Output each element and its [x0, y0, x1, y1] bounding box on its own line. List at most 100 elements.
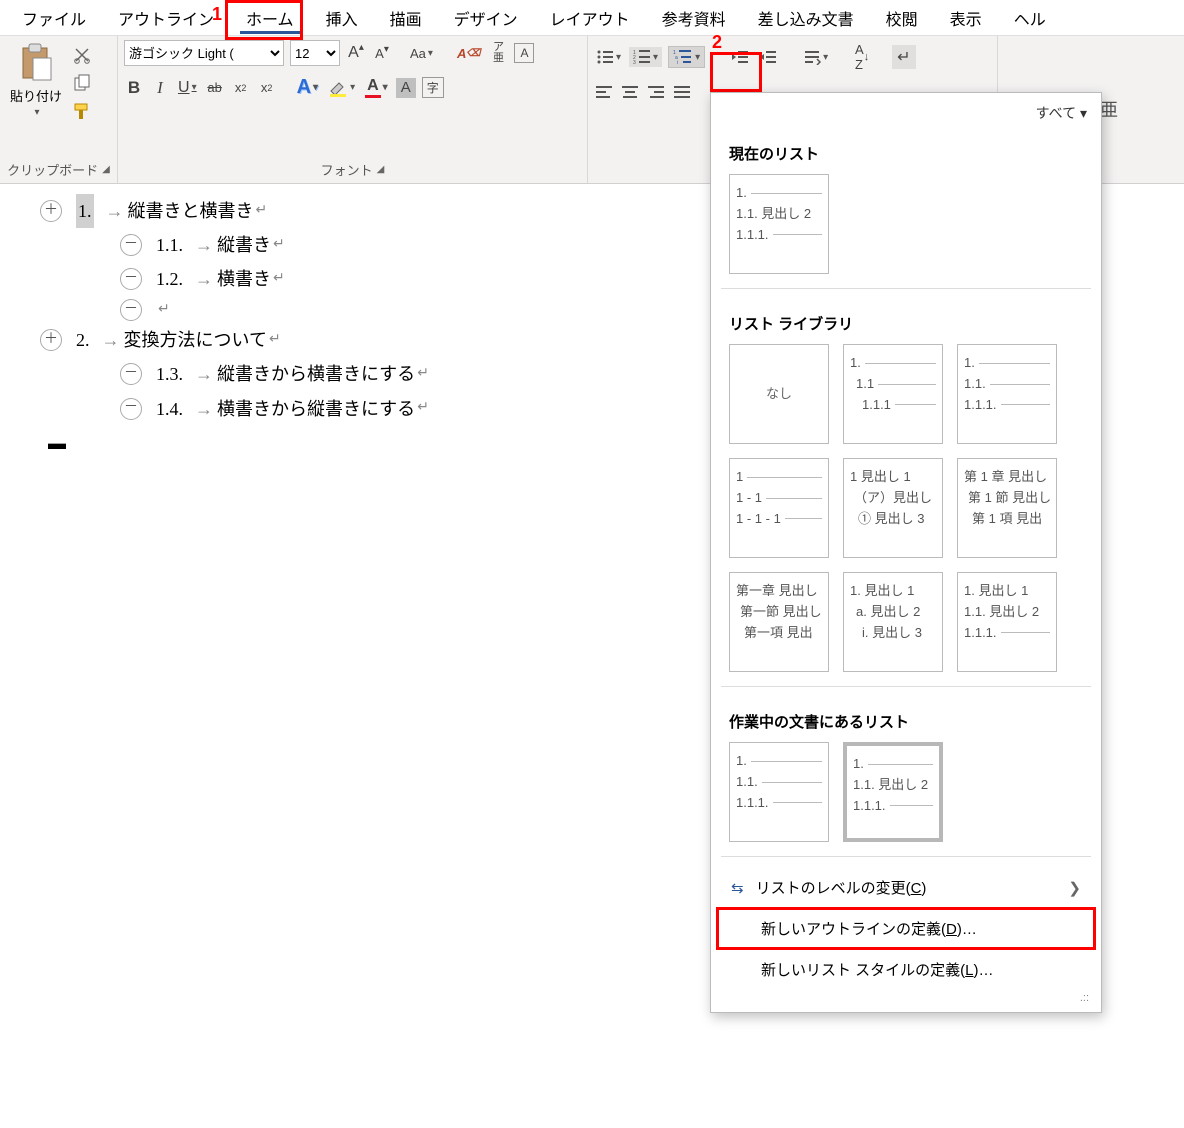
list-tile[interactable]: 1 1 - 1 1 - 1 - 1: [729, 458, 829, 558]
tab-references[interactable]: 参考資料: [646, 0, 742, 36]
chevron-right-icon: ❯: [1068, 879, 1081, 897]
list-tile[interactable]: 1 見出し 1 （ア）見出し 2 ① 見出し 3: [843, 458, 943, 558]
list-tile[interactable]: 第 1 章 見出し 第 1 節 見出し 第 1 項 見出: [957, 458, 1057, 558]
list-tile-current[interactable]: 1. 1.1. 見出し 2 1.1.1.: [729, 174, 829, 274]
asian-layout-icon[interactable]: ▾: [801, 47, 830, 67]
outline-collapse-icon[interactable]: －: [120, 363, 142, 385]
align-right-icon[interactable]: [646, 82, 666, 102]
doc-text: 縦書きから横書きにする: [217, 357, 415, 391]
change-case-icon[interactable]: Aa▾: [408, 43, 435, 63]
numbering-icon[interactable]: 123▾: [629, 47, 662, 67]
clipboard-group-label: クリップボード: [7, 160, 98, 179]
show-marks-icon[interactable]: ↵: [892, 45, 915, 69]
sort-icon[interactable]: AZ↓: [852, 40, 872, 74]
font-launcher-icon[interactable]: ◢: [377, 164, 385, 175]
tab-layout[interactable]: レイアウト: [534, 0, 646, 36]
tab-home[interactable]: ホーム: [230, 0, 310, 36]
bold-icon[interactable]: B: [124, 76, 144, 100]
list-tile[interactable]: 1. 1.1 1.1.1: [843, 344, 943, 444]
cut-icon[interactable]: [70, 44, 94, 66]
list-tile[interactable]: 1. 見出し 1 a. 見出し 2 i. 見出し 3: [843, 572, 943, 672]
tab-review[interactable]: 校閲: [870, 0, 934, 36]
doc-text: 変換方法について: [124, 323, 267, 357]
list-tile[interactable]: 1. 見出し 1 1.1. 見出し 2 1.1.1.: [957, 572, 1057, 672]
panel-divider: [721, 288, 1091, 289]
outline-collapse-icon[interactable]: －: [120, 234, 142, 256]
tab-mailings[interactable]: 差し込み文書: [742, 0, 870, 36]
section-current-list: 現在のリスト: [729, 143, 1083, 164]
section-lists-in-doc: 作業中の文書にあるリスト: [729, 711, 1083, 732]
list-tile[interactable]: 1. 1.1. 1.1.1.: [957, 344, 1057, 444]
character-border-icon[interactable]: A: [514, 43, 534, 63]
tab-mark-icon: →: [195, 357, 213, 391]
underline-icon[interactable]: U▾: [176, 77, 199, 99]
paste-caret-icon[interactable]: ▾: [34, 107, 39, 118]
italic-icon[interactable]: I: [150, 76, 170, 100]
format-painter-icon[interactable]: [70, 100, 94, 124]
bullets-icon[interactable]: ▾: [594, 47, 623, 67]
tab-help[interactable]: ヘル: [998, 0, 1062, 36]
subscript-icon[interactable]: x2: [231, 78, 251, 98]
tab-file[interactable]: ファイル: [6, 0, 102, 36]
doc-text: 縦書き: [217, 228, 271, 262]
tab-draw[interactable]: 描画: [374, 0, 438, 36]
superscript-icon[interactable]: x2: [257, 78, 277, 98]
font-group-label: フォント: [321, 160, 373, 179]
outline-collapse-icon[interactable]: －: [120, 299, 142, 321]
tab-outline[interactable]: アウトライン: [102, 0, 230, 36]
shrink-font-icon[interactable]: A▾: [372, 43, 392, 63]
list-tile-none[interactable]: なし: [729, 344, 829, 444]
font-size-select[interactable]: 12: [290, 40, 340, 66]
paste-label[interactable]: 貼り付け: [10, 86, 62, 105]
enclose-characters-icon[interactable]: 字: [422, 77, 444, 98]
decrease-indent-icon[interactable]: [729, 47, 751, 67]
list-tile[interactable]: 1. 1.1. 1.1.1.: [729, 742, 829, 842]
character-shading-icon[interactable]: A: [396, 78, 416, 98]
list-tile-selected[interactable]: 1. 1.1. 見出し 2 1.1.1.: [843, 742, 943, 842]
strikethrough-icon[interactable]: ab: [205, 78, 225, 98]
list-number: 1.2.: [156, 262, 183, 296]
text-effects-icon[interactable]: A▾: [295, 74, 320, 101]
outline-collapse-icon[interactable]: －: [120, 268, 142, 290]
outline-expand-icon[interactable]: ＋: [40, 329, 62, 351]
multilevel-filter-all[interactable]: すべて ▾: [1036, 103, 1087, 123]
align-center-icon[interactable]: [620, 82, 640, 102]
group-clipboard: 貼り付け ▾ クリップボード ◢: [0, 36, 118, 183]
paragraph-mark-icon: ↵: [256, 198, 268, 225]
font-name-select[interactable]: 游ゴシック Light (: [124, 40, 284, 66]
tab-insert[interactable]: 挿入: [310, 0, 374, 36]
paragraph-mark-icon: ↵: [269, 327, 281, 354]
phonetic-guide-icon[interactable]: ア 亜: [488, 40, 508, 66]
font-color-icon[interactable]: A▾: [363, 75, 390, 100]
increase-indent-icon[interactable]: [757, 47, 779, 67]
justify-icon[interactable]: [672, 82, 692, 102]
list-tile[interactable]: 第一章 見出し 第一節 見出し 第一項 見出: [729, 572, 829, 672]
paste-icon[interactable]: [17, 40, 55, 84]
tab-mark-icon: →: [106, 194, 124, 228]
change-level-icon: ⇆: [731, 879, 744, 897]
paragraph-mark-icon: ↵: [417, 395, 429, 422]
panel-resize-grip-icon[interactable]: .::: [1080, 992, 1089, 1004]
svg-text:3: 3: [633, 60, 636, 65]
tab-design[interactable]: デザイン: [438, 0, 534, 36]
clear-formatting-icon[interactable]: A⌫: [455, 43, 483, 63]
tab-mark-icon: →: [195, 392, 213, 426]
copy-icon[interactable]: [70, 72, 94, 94]
menu-define-new-outline[interactable]: 新しいアウトラインの定義(D)…: [717, 908, 1095, 949]
ribbon-tabs: ファイル アウトライン ホーム 挿入 描画 デザイン レイアウト 参考資料 差し…: [0, 0, 1184, 36]
tab-mark-icon: →: [195, 262, 213, 296]
align-left-icon[interactable]: [594, 82, 614, 102]
outline-collapse-icon[interactable]: －: [120, 398, 142, 420]
list-number: 1.1.: [156, 228, 183, 262]
grow-font-icon[interactable]: A▴: [346, 42, 366, 64]
multilevel-list-panel: すべて ▾ 現在のリスト 1. 1.1. 見出し 2 1.1.1. リスト ライ…: [710, 92, 1102, 1013]
outline-expand-icon[interactable]: ＋: [40, 200, 62, 222]
doc-text: 横書き: [217, 262, 271, 296]
multilevel-list-icon[interactable]: 1ai▾: [668, 46, 705, 68]
menu-define-new-list-style[interactable]: 新しいリスト スタイルの定義(L)…: [717, 949, 1095, 990]
svg-text:i: i: [677, 60, 678, 65]
tab-view[interactable]: 表示: [934, 0, 998, 36]
highlight-icon[interactable]: ▾: [326, 77, 357, 99]
menu-change-list-level[interactable]: ⇆ リストのレベルの変更(C) ❯: [717, 867, 1095, 908]
clipboard-launcher-icon[interactable]: ◢: [102, 164, 110, 175]
